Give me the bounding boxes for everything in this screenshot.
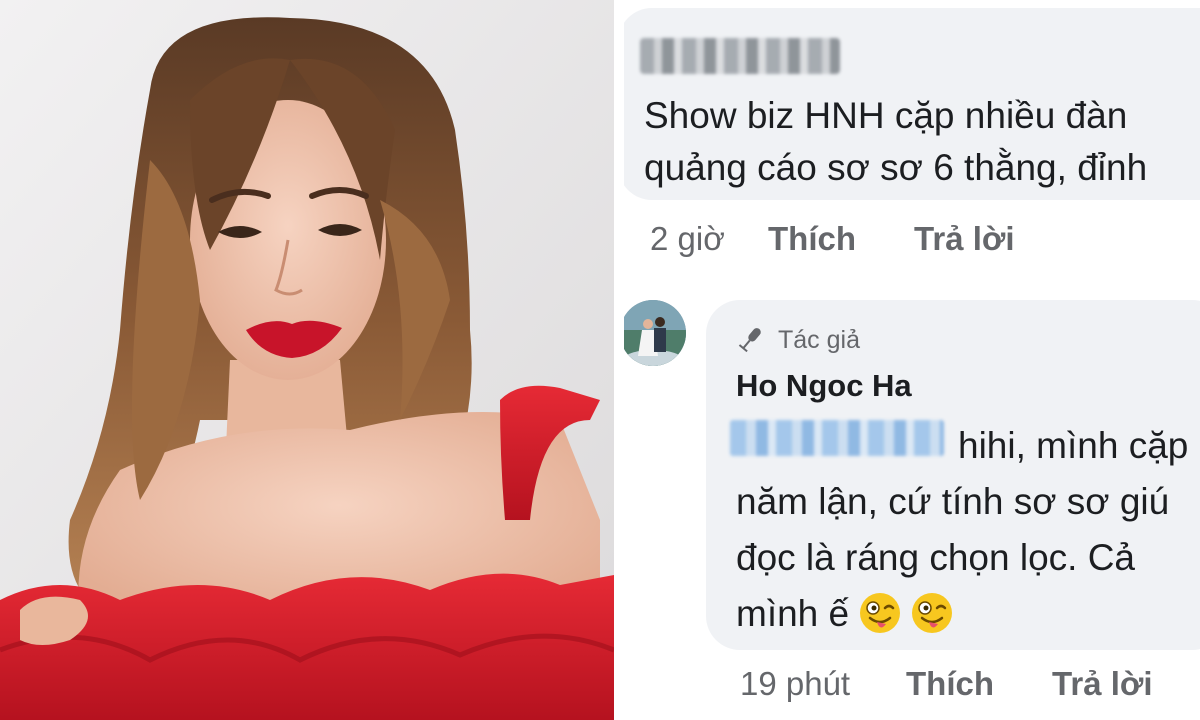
panel-divider: [614, 0, 624, 720]
reply-line: năm lận, cứ tính sơ sơ giú: [736, 481, 1170, 522]
comment-actions: 2 giờ Thích Trả lời: [650, 220, 1015, 258]
reply-actions: 19 phút Thích Trả lời: [740, 665, 1153, 703]
comment-line: Show biz HNH cặp nhiều đàn: [644, 95, 1128, 136]
reply-line: hihi, mình cặp: [958, 425, 1189, 466]
like-button[interactable]: Thích: [768, 220, 914, 258]
author-name[interactable]: Ho Ngoc Ha: [736, 368, 912, 404]
reply-bubble: Tác giả Ho Ngoc Ha hihi, mình cặp năm lậ…: [706, 300, 1200, 650]
blurred-author-name: [640, 38, 840, 74]
comments-panel: Show biz HNH cặp nhiều đàn quảng cáo sơ …: [624, 0, 1200, 720]
reply-text: hihi, mình cặp năm lận, cứ tính sơ sơ gi…: [736, 418, 1188, 642]
portrait-photo: [0, 0, 614, 720]
reply-button[interactable]: Trả lời: [914, 220, 1015, 258]
reply-button[interactable]: Trả lời: [1052, 665, 1153, 703]
comment-bubble: Show biz HNH cặp nhiều đàn quảng cáo sơ …: [624, 8, 1200, 200]
author-badge-label: Tác giả: [778, 326, 860, 354]
reply-line: đọc là ráng chọn lọc. Cả: [736, 537, 1136, 578]
winking-tongue-emoji: [912, 593, 953, 633]
avatar[interactable]: [624, 300, 686, 366]
author-badge: Tác giả: [736, 324, 860, 355]
like-button[interactable]: Thích: [906, 665, 1052, 703]
microphone-icon: [738, 328, 761, 353]
reply-line: mình ế: [736, 593, 850, 634]
comment-timestamp[interactable]: 2 giờ: [650, 220, 768, 258]
reply-timestamp[interactable]: 19 phút: [740, 665, 906, 703]
winking-tongue-emoji: [860, 593, 901, 633]
comment-line: quảng cáo sơ sơ 6 thằng, đỉnh: [644, 147, 1148, 188]
comment-text: Show biz HNH cặp nhiều đàn quảng cáo sơ …: [644, 90, 1200, 194]
